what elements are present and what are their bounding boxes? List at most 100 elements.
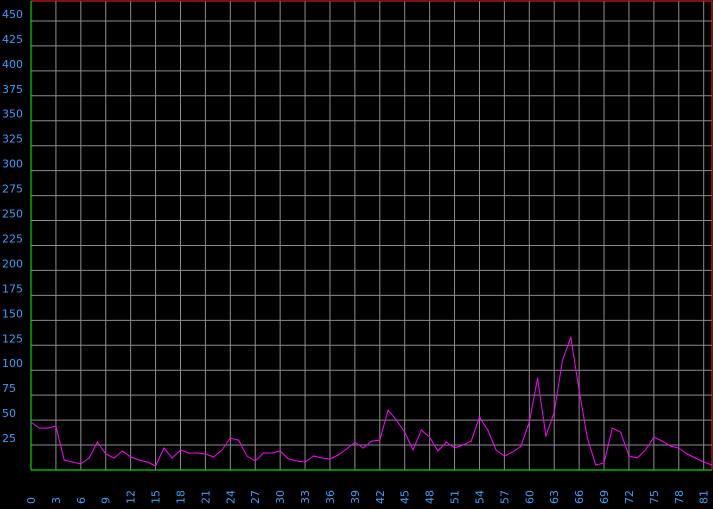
x-tick-label: 15 — [150, 490, 163, 504]
data-point — [686, 453, 688, 455]
y-tick-label: 450 — [2, 8, 23, 21]
x-tick-label: 72 — [623, 490, 636, 504]
data-point — [138, 459, 140, 461]
x-tick-label: 54 — [473, 490, 486, 504]
data-point — [520, 445, 522, 447]
data-point — [503, 455, 505, 457]
data-point — [179, 449, 182, 451]
data-point — [437, 450, 439, 452]
data-point — [553, 411, 555, 413]
data-point — [254, 460, 256, 462]
data-point — [30, 421, 32, 423]
data-point — [121, 450, 123, 452]
data-point — [213, 456, 215, 458]
data-point — [495, 449, 497, 451]
data-point — [429, 436, 431, 438]
y-tick-label: 200 — [2, 257, 23, 270]
data-point — [71, 461, 74, 463]
data-point — [287, 458, 290, 460]
data-point — [130, 456, 132, 458]
data-point — [570, 336, 572, 338]
x-tick-label: 48 — [424, 490, 437, 504]
x-tick-label: 45 — [399, 490, 412, 504]
data-point — [453, 447, 456, 449]
data-point — [636, 457, 638, 459]
data-point — [329, 458, 331, 460]
data-point — [462, 444, 464, 446]
x-tick-label: 12 — [125, 490, 138, 504]
x-tick-label: 21 — [199, 490, 212, 504]
x-tick-label: 63 — [548, 490, 561, 504]
plot-background — [0, 0, 713, 505]
data-point — [296, 460, 298, 462]
data-point — [47, 427, 49, 429]
y-tick-label: 400 — [2, 58, 23, 71]
x-tick-label: 27 — [249, 490, 262, 504]
x-tick-label: 18 — [174, 490, 187, 504]
data-point — [487, 429, 489, 431]
data-point — [628, 455, 630, 457]
data-point — [478, 416, 481, 418]
y-tick-label: 250 — [2, 208, 23, 221]
x-tick-label: 39 — [349, 490, 362, 504]
data-point — [204, 453, 207, 455]
data-point — [154, 465, 157, 467]
y-tick-label: 150 — [2, 307, 23, 320]
x-tick-label: 78 — [673, 490, 686, 504]
data-point — [113, 457, 115, 459]
data-point — [404, 431, 406, 433]
x-tick-label: 60 — [523, 490, 536, 504]
data-point — [445, 441, 447, 443]
y-tick-label: 275 — [2, 183, 23, 196]
chart-svg: 2550751001251501752002252502753003253503… — [0, 0, 713, 505]
data-point — [271, 452, 273, 454]
data-point — [512, 451, 514, 453]
y-tick-label: 175 — [2, 282, 23, 295]
y-tick-label: 350 — [2, 108, 23, 121]
data-point — [379, 439, 381, 441]
x-tick-label: 42 — [374, 490, 387, 504]
data-point — [412, 449, 414, 451]
y-tick-label: 100 — [2, 357, 23, 370]
data-point — [196, 452, 198, 454]
x-tick-label: 69 — [598, 490, 611, 504]
x-tick-label: 33 — [299, 490, 312, 504]
x-tick-label: 0 — [25, 497, 38, 504]
line-chart: 25 50 75 100 125 150 175 200 225 250 275 300 325 350 3… — [0, 0, 713, 505]
data-point — [644, 449, 647, 451]
data-point — [611, 427, 613, 429]
data-point — [337, 454, 339, 456]
data-point — [669, 445, 672, 447]
data-point — [163, 447, 165, 449]
data-point — [370, 440, 373, 442]
y-tick-label: 325 — [2, 133, 23, 146]
data-point — [653, 436, 655, 438]
data-point — [578, 389, 580, 391]
data-point — [146, 461, 148, 463]
data-point — [545, 435, 547, 437]
data-point — [536, 377, 539, 379]
x-tick-label: 51 — [449, 490, 462, 504]
data-point — [304, 461, 306, 463]
x-tick-label: 66 — [573, 490, 586, 504]
x-tick-label: 36 — [324, 490, 337, 504]
data-point — [528, 421, 530, 423]
data-point — [694, 457, 696, 459]
y-tick-label: 75 — [2, 382, 16, 395]
x-tick-label: 57 — [498, 490, 511, 504]
x-tick-label: 6 — [75, 497, 88, 504]
data-point — [279, 450, 281, 452]
data-point — [80, 463, 82, 465]
data-point — [561, 359, 564, 361]
data-point — [362, 447, 364, 449]
data-point — [246, 455, 248, 457]
data-point — [55, 425, 57, 427]
y-tick-label: 375 — [2, 83, 23, 96]
x-tick-label: 3 — [50, 497, 63, 504]
data-point — [312, 455, 314, 457]
data-point — [63, 459, 65, 461]
x-tick-label: 75 — [648, 490, 661, 504]
y-tick-label: 25 — [2, 432, 16, 445]
x-tick-label: 9 — [100, 497, 113, 504]
data-point — [354, 441, 356, 443]
